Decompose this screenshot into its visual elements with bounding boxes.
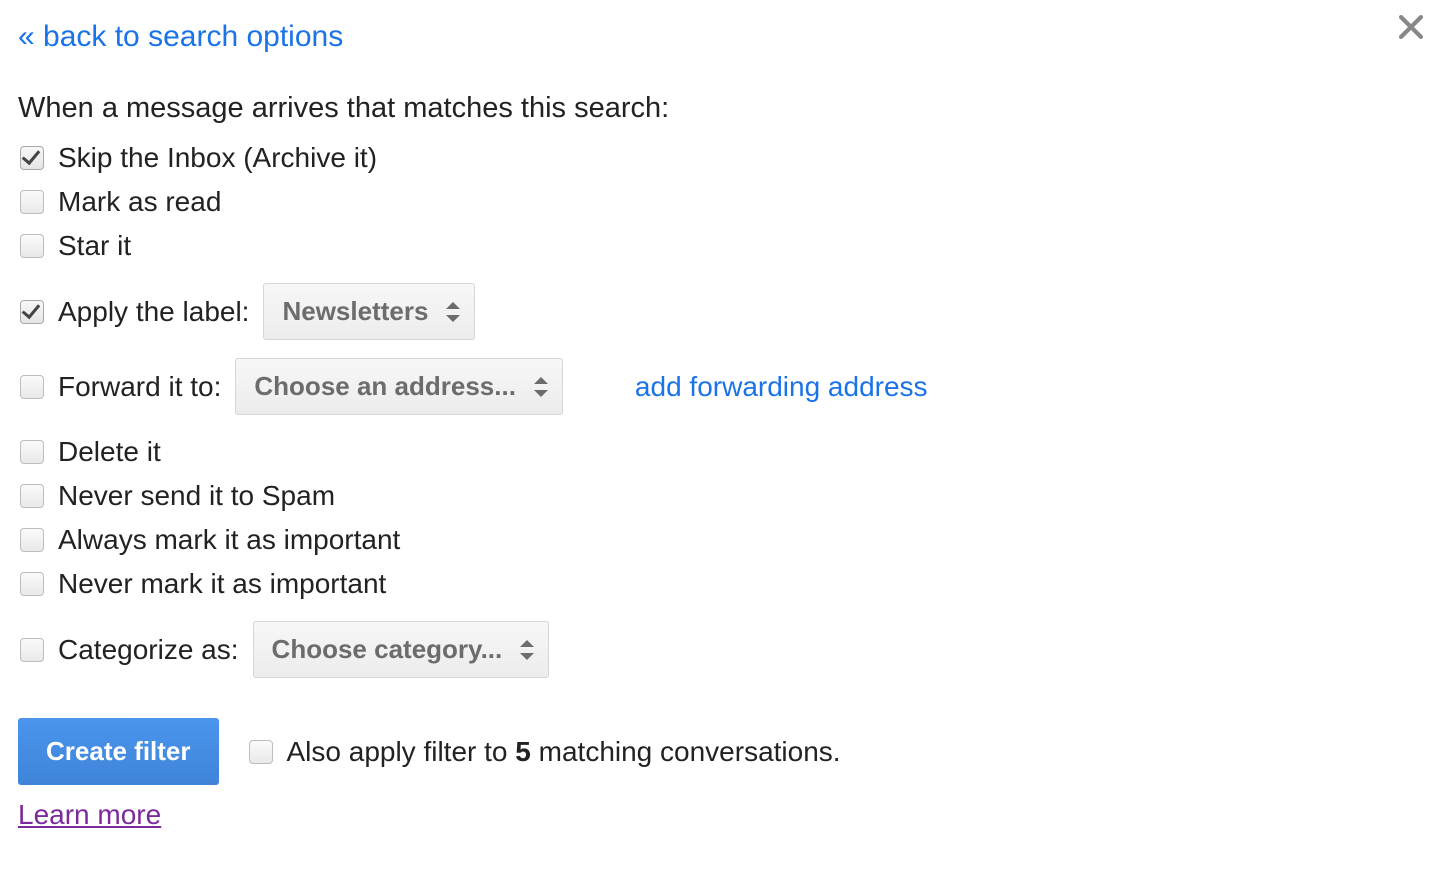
option-delete: Delete it (18, 433, 1434, 471)
label-skip-inbox: Skip the Inbox (Archive it) (58, 142, 377, 174)
also-apply-container: Also apply filter to 5 matching conversa… (247, 736, 841, 768)
label-apply-label: Apply the label: (58, 296, 249, 328)
checkbox-never-important[interactable] (20, 572, 44, 596)
select-forward-value: Choose an address... (254, 369, 516, 404)
checkbox-star-it[interactable] (20, 234, 44, 258)
label-never-spam: Never send it to Spam (58, 480, 335, 512)
select-label-value: Newsletters (282, 294, 428, 329)
checkbox-mark-read[interactable] (20, 190, 44, 214)
checkbox-delete[interactable] (20, 440, 44, 464)
option-never-important: Never mark it as important (18, 565, 1434, 603)
learn-more-link[interactable]: Learn more (18, 799, 161, 831)
label-star-it: Star it (58, 230, 131, 262)
option-mark-read: Mark as read (18, 183, 1434, 221)
close-button[interactable] (1394, 10, 1428, 44)
filter-actions-panel: « back to search options When a message … (0, 0, 1452, 831)
option-always-important: Always mark it as important (18, 521, 1434, 559)
label-categorize: Categorize as: (58, 634, 239, 666)
select-label[interactable]: Newsletters (263, 283, 475, 340)
option-star-it: Star it (18, 227, 1434, 265)
checkbox-always-important[interactable] (20, 528, 44, 552)
back-to-search-link[interactable]: « back to search options (18, 20, 343, 54)
also-apply-text: Also apply filter to 5 matching conversa… (287, 736, 841, 768)
label-mark-read: Mark as read (58, 186, 221, 218)
also-apply-suffix: matching conversations. (531, 736, 841, 767)
checkbox-forward[interactable] (20, 375, 44, 399)
option-forward: Forward it to: Choose an address... add … (18, 358, 1434, 415)
option-categorize: Categorize as: Choose category... (18, 621, 1434, 678)
select-category[interactable]: Choose category... (253, 621, 550, 678)
add-forwarding-address-link[interactable]: add forwarding address (635, 371, 928, 403)
updown-icon (520, 640, 534, 660)
checkbox-categorize[interactable] (20, 638, 44, 662)
label-forward: Forward it to: (58, 371, 221, 403)
footer-row: Create filter Also apply filter to 5 mat… (18, 718, 1434, 785)
create-filter-button[interactable]: Create filter (18, 718, 219, 785)
panel-heading: When a message arrives that matches this… (18, 92, 1434, 125)
label-delete: Delete it (58, 436, 161, 468)
option-never-spam: Never send it to Spam (18, 477, 1434, 515)
also-apply-prefix: Also apply filter to (287, 736, 516, 767)
match-count: 5 (515, 736, 531, 767)
checkbox-never-spam[interactable] (20, 484, 44, 508)
close-icon (1394, 10, 1428, 44)
updown-icon (534, 377, 548, 397)
select-forward-address[interactable]: Choose an address... (235, 358, 563, 415)
label-always-important: Always mark it as important (58, 524, 400, 556)
select-category-value: Choose category... (272, 632, 503, 667)
label-never-important: Never mark it as important (58, 568, 386, 600)
checkbox-also-apply[interactable] (249, 740, 273, 764)
updown-icon (446, 302, 460, 322)
option-apply-label: Apply the label: Newsletters (18, 283, 1434, 340)
option-skip-inbox: Skip the Inbox (Archive it) (18, 139, 1434, 177)
checkbox-apply-label[interactable] (20, 300, 44, 324)
checkbox-skip-inbox[interactable] (20, 146, 44, 170)
